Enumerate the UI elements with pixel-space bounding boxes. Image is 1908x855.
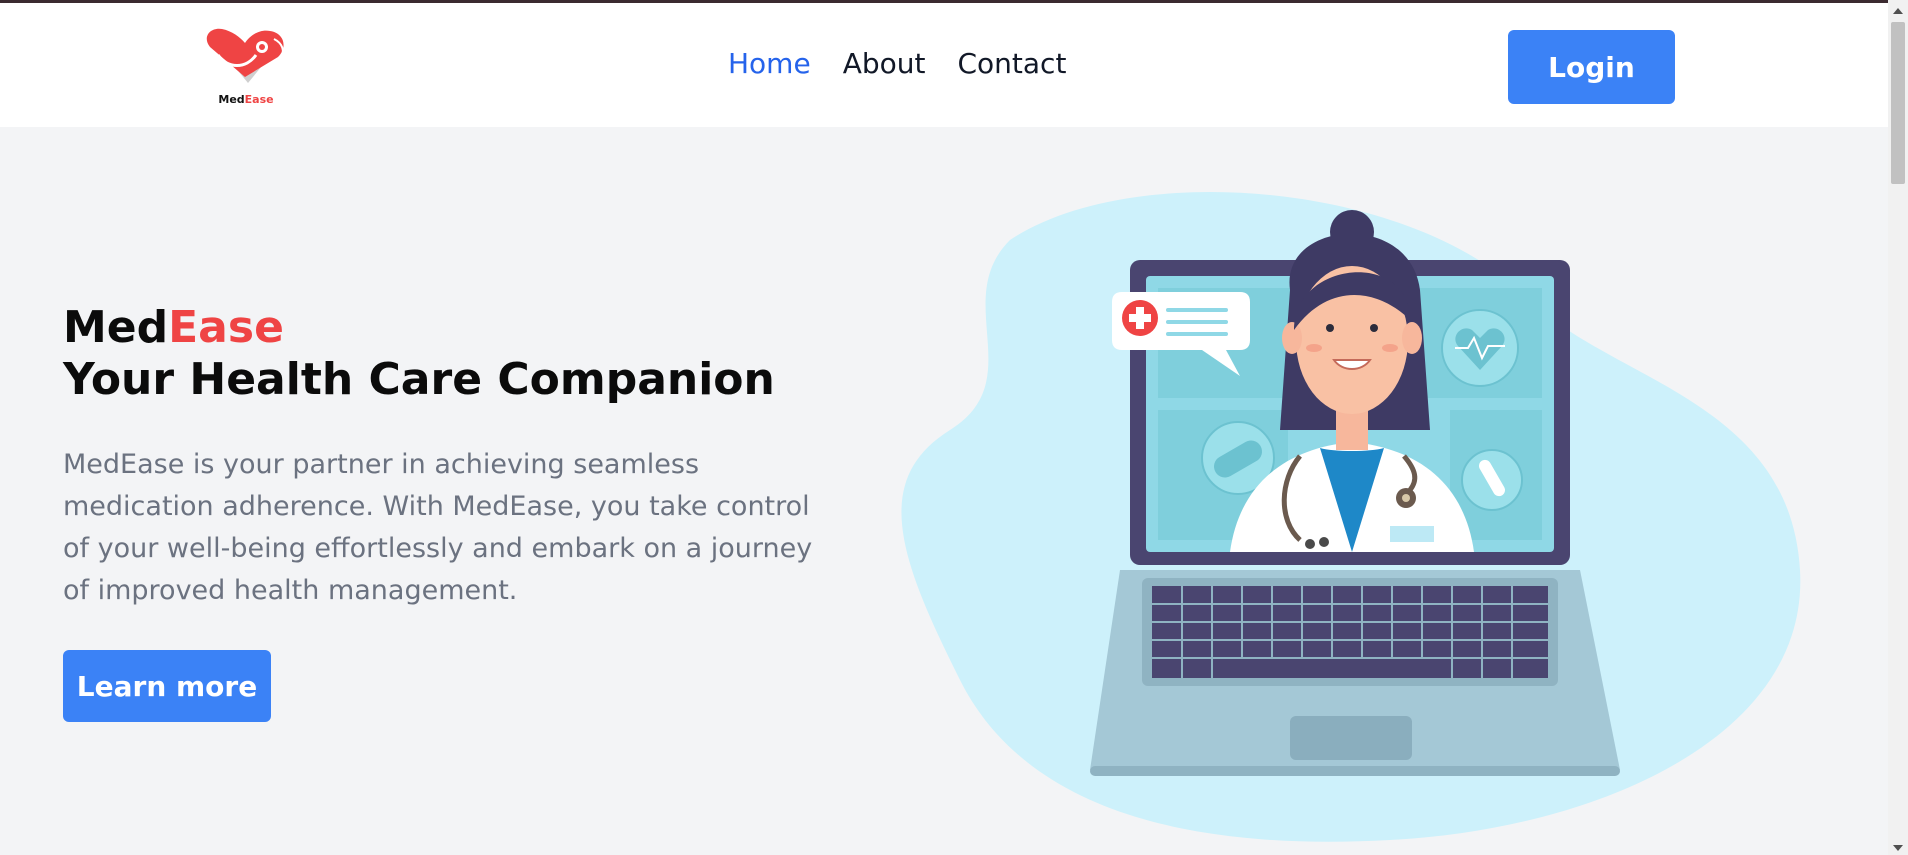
header: MedEase Home About Contact Login: [0, 3, 1888, 127]
nav-about[interactable]: About: [843, 47, 926, 80]
nav-home[interactable]: Home: [728, 47, 811, 80]
doctor-laptop-illustration: [901, 192, 1801, 842]
hero-subtitle: Your Health Care Companion: [63, 354, 775, 405]
learn-more-button[interactable]: Learn more: [63, 650, 271, 722]
logo-text: MedEase: [218, 93, 274, 106]
hero-title-brand: MedEase: [63, 302, 284, 353]
laptop-trackpad: [1290, 716, 1412, 760]
scroll-thumb[interactable]: [1891, 22, 1905, 184]
hero-description: MedEase is your partner in achieving sea…: [63, 449, 813, 606]
scroll-down-icon[interactable]: [1893, 845, 1903, 851]
hero-title: MedEase Your Health Care Companion: [63, 302, 775, 406]
login-button[interactable]: Login: [1508, 30, 1675, 104]
scroll-up-icon[interactable]: [1893, 8, 1903, 14]
page-scrollbar[interactable]: [1888, 0, 1908, 855]
logo[interactable]: MedEase: [200, 25, 290, 110]
main-nav: Home About Contact: [728, 47, 1066, 80]
nav-contact[interactable]: Contact: [957, 47, 1066, 80]
heart-logo-icon: [206, 28, 284, 83]
